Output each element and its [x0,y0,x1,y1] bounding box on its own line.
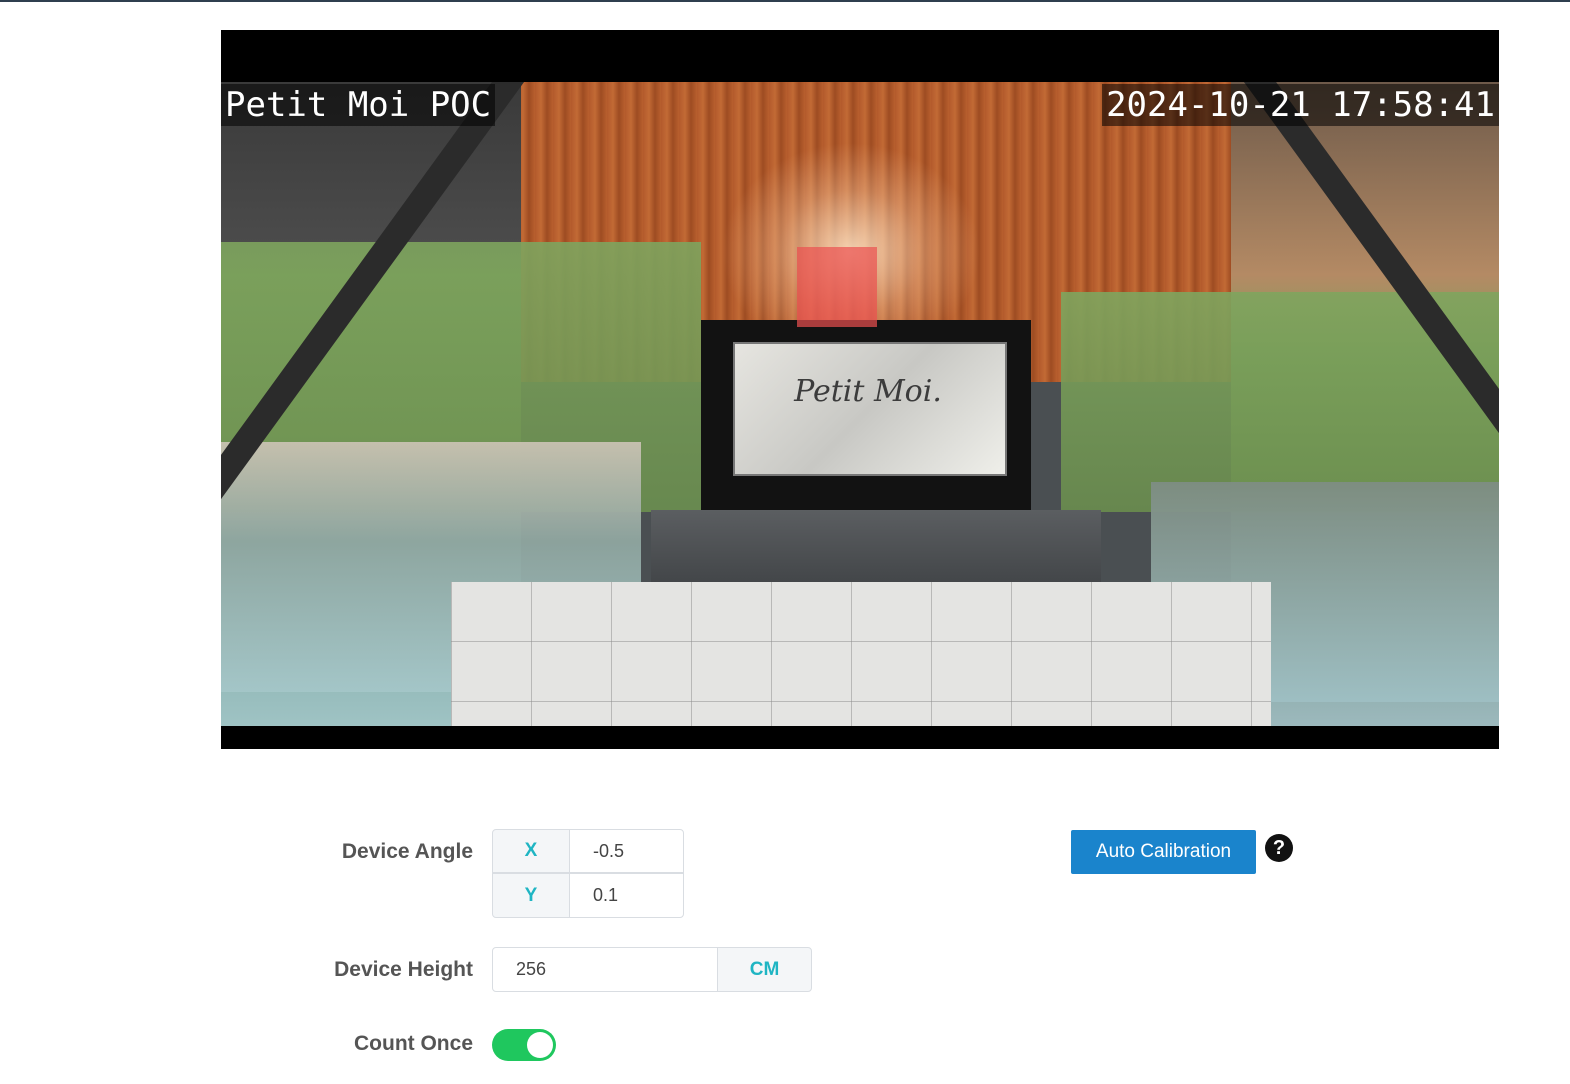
camera-scene: Petit Moi. [221,82,1499,726]
door-sign: Petit Moi. [794,374,942,409]
angle-y-addon: Y [492,873,570,918]
top-border [0,0,1570,2]
auto-calibration-button[interactable]: Auto Calibration [1071,830,1256,874]
calibration-marker[interactable] [797,247,877,327]
tile-floor [451,582,1271,726]
angle-x-addon: X [492,829,570,873]
device-height-input[interactable]: 256 [492,947,718,992]
camera-timestamp-overlay: 2024-10-21 17:58:41 [1102,84,1499,126]
device-angle-label: Device Angle [341,840,473,863]
angle-y-input[interactable]: 0.1 [569,873,684,918]
count-once-toggle[interactable] [492,1029,556,1061]
camera-view[interactable]: Petit Moi. Petit Moi POC 2024-10-21 17:5… [221,30,1499,749]
height-unit-addon: CM [717,947,812,992]
help-icon[interactable]: ? [1265,834,1293,862]
count-once-label: Count Once [354,1032,473,1055]
door-panel [733,342,1007,476]
device-height-label: Device Height [334,958,473,981]
angle-x-input[interactable]: -0.5 [569,829,684,873]
toggle-knob [527,1032,553,1058]
camera-name-overlay: Petit Moi POC [221,84,496,126]
